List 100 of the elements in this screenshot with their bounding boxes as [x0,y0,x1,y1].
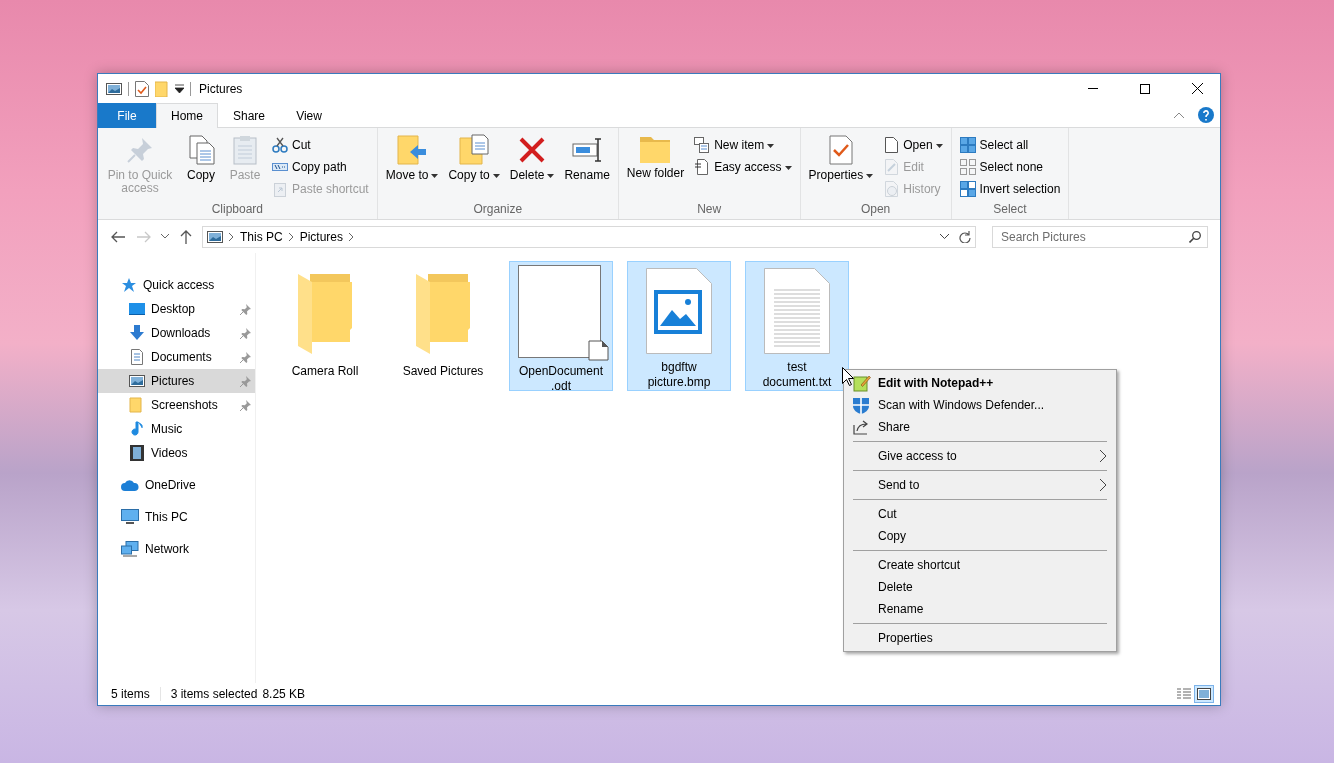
nav-item[interactable]: Quick access [98,273,255,297]
nav-item[interactable]: OneDrive [98,473,255,497]
chevron-right-icon [229,232,234,241]
caret-icon [767,143,775,148]
view-mode-button[interactable] [1194,685,1214,703]
ribbon-command[interactable]: New item [694,136,792,154]
document-icon [694,159,711,175]
chevron-down-icon [940,234,949,239]
chevron-down-icon [161,234,169,239]
nav-item[interactable]: Documents [98,345,255,369]
caret-icon [431,173,439,178]
nav-item[interactable]: Music [98,417,255,441]
pictures-icon [207,230,223,243]
file-tile[interactable]: bgdftw picture.bmp [627,261,731,391]
up-arrow-icon [180,229,192,244]
help-icon [1198,107,1214,123]
selection-count: 3 items selected [170,687,259,701]
ribbon-tab[interactable]: Share [218,103,281,128]
folder-icon [155,80,169,97]
window-icon [106,82,122,95]
group-label: Open [859,202,892,217]
file-tile[interactable]: Saved Pictures [391,261,495,391]
folder-pages-icon [458,134,491,166]
item-count: 5 items [111,687,161,701]
menu-item[interactable]: Rename [844,598,1116,620]
nav-item[interactable]: Videos [98,441,255,465]
folder-arrow-icon [396,134,429,166]
caret-icon [784,165,792,170]
ribbon-button[interactable]: Move to [381,132,443,202]
caret-icon [492,173,500,178]
pin-icon [240,351,251,363]
group-label: Select [992,202,1028,217]
caret-icon [547,173,555,178]
collapse-ribbon-icon [1174,112,1184,118]
ribbon-command[interactable]: Invert selection [959,180,1061,198]
breadcrumb-item[interactable]: This PC [240,229,283,244]
ribbon-button[interactable]: Rename [560,132,614,202]
window-title: Pictures [199,81,244,96]
ribbon-command[interactable]: Cut [272,136,369,154]
menu-item[interactable]: Cut [844,503,1116,525]
menu-item[interactable]: Give access to [844,445,1116,467]
nav-item[interactable]: Network [98,537,255,561]
forward-arrow-icon [137,230,151,243]
file-tile[interactable]: test document.txt [745,261,849,391]
ribbon-command[interactable]: Copy path [272,158,369,176]
network-icon [121,541,139,557]
ribbon-command[interactable]: Select none [959,158,1061,176]
ribbon-tab[interactable]: File [98,103,156,128]
ribbon-button[interactable]: Copy to [444,132,504,202]
folder-icon [296,272,354,354]
chevron-right-icon [349,232,355,241]
menu-item[interactable]: Send to [844,474,1116,496]
menu-item[interactable]: Scan with Windows Defender... [844,394,1116,416]
address-field[interactable]: This PC Pictures [202,225,976,248]
selection-size: 8.25 KB [262,687,307,701]
search-field[interactable]: Search Pictures [992,225,1208,248]
menu-item[interactable]: Share [844,416,1116,438]
mouse-pointer-icon [842,367,854,386]
nav-item[interactable]: Screenshots [98,393,255,417]
refresh-icon [959,230,971,243]
ribbon-button[interactable]: New folder [622,132,689,202]
text-file-icon [764,268,830,354]
properties-icon [135,80,149,97]
pin-icon [240,327,251,339]
ribbon-tab[interactable]: View [280,103,339,128]
group-label: Organize [472,202,524,217]
close-icon [1191,83,1203,94]
ribbon-tab[interactable]: Home [156,103,218,128]
maximize-icon [1140,83,1150,94]
ribbon-command[interactable]: Select all [959,136,1061,154]
customize-caret-icon [175,84,184,93]
pin-icon [240,303,251,315]
menu-item[interactable]: Create shortcut [844,554,1116,576]
computer-icon [121,509,139,525]
file-tile[interactable]: OpenDocument.odt [509,261,613,391]
document-icon [883,137,900,153]
new-item-icon [694,137,711,153]
paste-shortcut-icon [272,181,288,197]
document-icon [129,349,145,365]
back-arrow-icon [111,230,125,243]
menu-item[interactable]: Properties [844,627,1116,649]
ribbon-button[interactable]: Copy [180,132,222,202]
menu-item[interactable]: Copy [844,525,1116,547]
menu-item[interactable]: Delete [844,576,1116,598]
film-icon [129,445,145,461]
file-tile[interactable]: Camera Roll [273,261,377,391]
breadcrumb-item[interactable]: Pictures [299,229,344,244]
notepad-icon [853,374,871,392]
nav-item[interactable]: Downloads [98,321,255,345]
ribbon-button[interactable]: Delete [505,132,559,202]
nav-item[interactable]: Desktop [98,297,255,321]
ribbon-command[interactable]: Open [883,136,943,154]
star-icon [121,277,137,293]
folder-icon [414,272,472,354]
nav-item[interactable]: This PC [98,505,255,529]
details-view-icon [1177,688,1191,700]
ribbon-button[interactable]: Properties [804,132,878,202]
ribbon-command[interactable]: Easy access [694,158,792,176]
nav-item[interactable]: Pictures [98,369,255,393]
share-icon [853,419,869,435]
